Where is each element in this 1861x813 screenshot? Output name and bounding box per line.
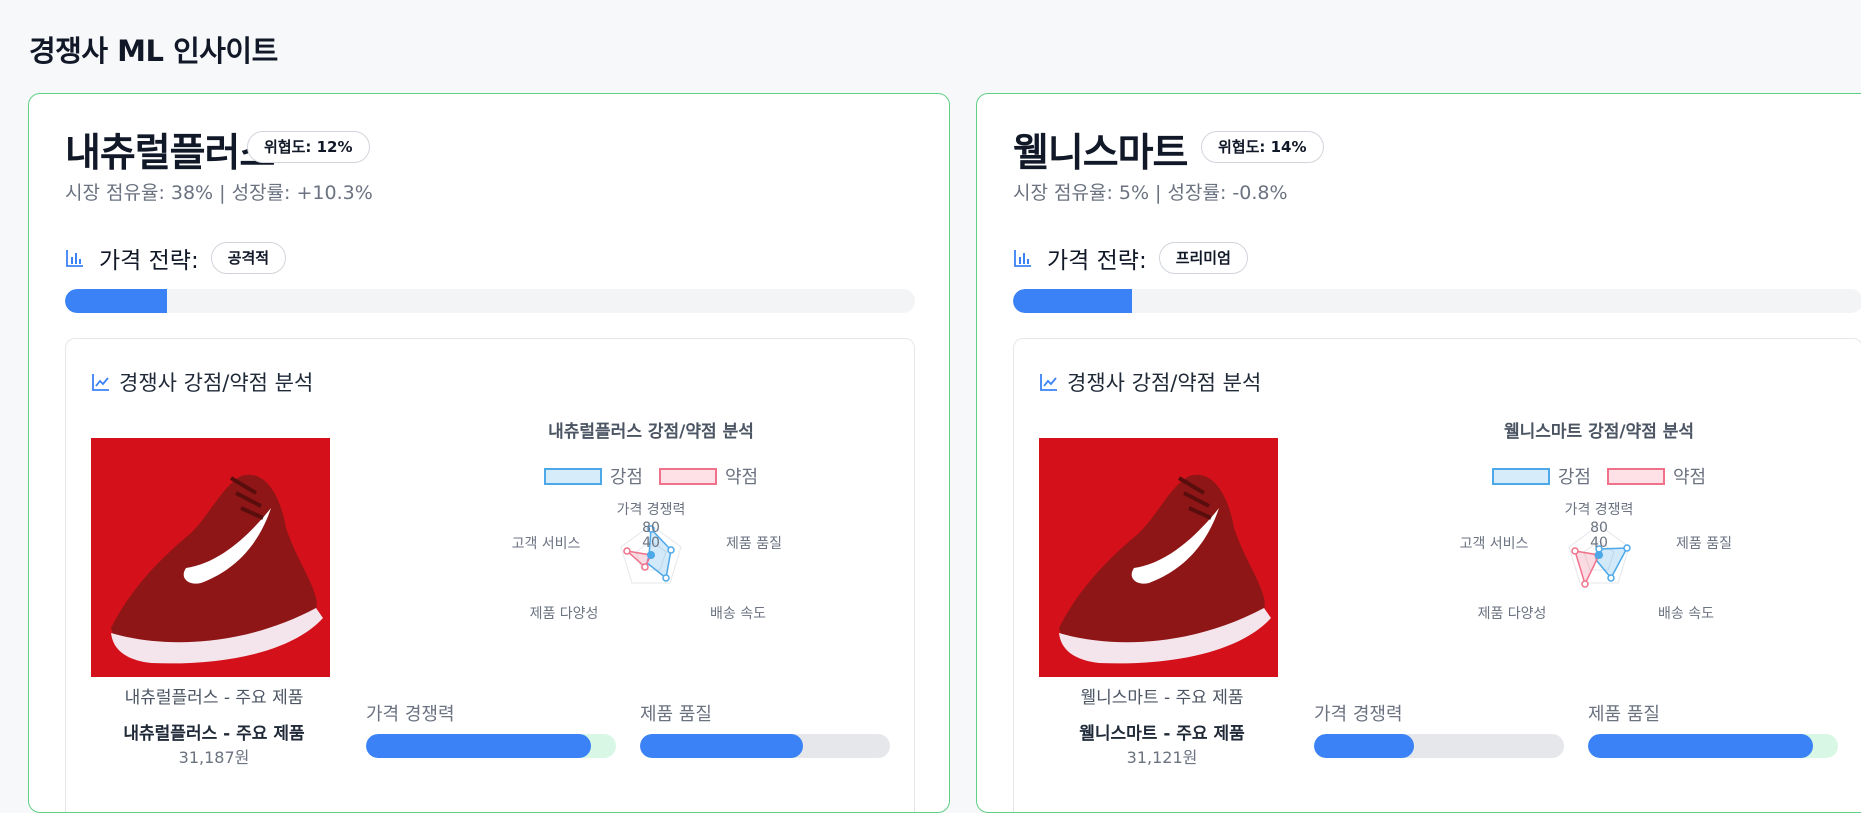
legend-weakness[interactable]: 약점: [659, 463, 758, 489]
radar-title: 내츄럴플러스 강점/약점 분석: [548, 422, 754, 442]
radar-chart: 가격 경쟁력 제품 품질 배송 속도 제품 다양성 고객 서비스 80 40: [416, 499, 886, 634]
strategy-progress-bar: [65, 289, 915, 313]
metric-bar-fill: [640, 734, 803, 758]
metric-bar-fill: [1588, 734, 1813, 758]
pricing-strategy-label: 가격 전략:: [99, 248, 199, 274]
analysis-panel-title: 경쟁사 강점/약점 분석: [1039, 367, 1261, 397]
tick-40: 40: [1590, 535, 1608, 551]
competitor-card: 웰니스마트 위협도: 14% 시장 점유율: 5% | 성장률: -0.8% 가…: [976, 93, 1861, 813]
market-stats: 시장 점유율: 5% | 성장률: -0.8%: [1013, 182, 1288, 204]
tick-80: 80: [642, 520, 660, 536]
line-chart-icon: [92, 374, 109, 391]
product-image-caption: 내츄럴플러스 - 주요 제품: [124, 688, 304, 708]
legend-strength[interactable]: 강점: [543, 463, 643, 489]
product-price: 31,121원: [1126, 748, 1198, 767]
tick-80: 80: [1590, 520, 1608, 536]
pricing-strategy-badge: 공격적: [210, 242, 287, 274]
analysis-title-text: 경쟁사 강점/약점 분석: [119, 371, 314, 395]
line-chart-icon: [1040, 374, 1057, 391]
metric-label: 가격 경쟁력: [366, 704, 455, 725]
metric-price-competitiveness: 가격 경쟁력: [1314, 700, 1564, 758]
metric-bar: [1314, 734, 1564, 758]
strategy-progress-bar: [1013, 289, 1861, 313]
competitor-name: 웰니스마트: [1013, 131, 1188, 176]
pricing-strategy-row: 가격 전략: 프리미엄: [1013, 242, 1248, 274]
analysis-panel: 경쟁사 강점/약점 분석 웰니스마트 - 주요 제품 웰니스마트 - 주요 제품…: [1013, 338, 1861, 812]
metric-bar: [1588, 734, 1838, 758]
analysis-panel: 경쟁사 강점/약점 분석 내츄럴플러스 - 주요 제품 내츄럴플러스 - 주요 …: [65, 338, 915, 812]
strategy-progress-fill: [65, 289, 167, 313]
threat-badge: 위협도: 12%: [247, 131, 370, 163]
legend-strength[interactable]: 강점: [1491, 463, 1591, 489]
metric-product-quality: 제품 품질: [640, 700, 890, 758]
threat-badge: 위협도: 14%: [1201, 131, 1324, 163]
page-title: 경쟁사 ML 인사이트: [29, 34, 278, 68]
product-image: [91, 438, 330, 677]
tick-40: 40: [642, 535, 660, 551]
bar-chart-icon: [66, 250, 83, 267]
analysis-panel-title: 경쟁사 강점/약점 분석: [91, 367, 313, 397]
market-stats: 시장 점유율: 38% | 성장률: +10.3%: [65, 182, 373, 204]
pricing-strategy-label: 가격 전략:: [1047, 248, 1147, 274]
strategy-progress-fill: [1013, 289, 1132, 313]
metric-label: 가격 경쟁력: [1314, 704, 1403, 725]
metric-bar: [640, 734, 890, 758]
radar-title: 웰니스마트 강점/약점 분석: [1503, 422, 1695, 442]
radar-legend: 강점 약점: [1364, 463, 1834, 489]
radar-chart: 가격 경쟁력 제품 품질 배송 속도 제품 다양성 고객 서비스 80 40: [1364, 499, 1834, 634]
analysis-title-text: 경쟁사 강점/약점 분석: [1067, 371, 1262, 395]
metric-label: 제품 품질: [1588, 704, 1660, 725]
product-name: 웰니스마트 - 주요 제품: [1079, 724, 1245, 744]
radar-legend: 강점 약점: [416, 463, 886, 489]
product-price: 31,187원: [178, 748, 250, 767]
product-image: [1039, 438, 1278, 677]
legend-weakness[interactable]: 약점: [1607, 463, 1706, 489]
pricing-strategy-badge: 프리미엄: [1158, 242, 1248, 274]
metric-bar: [366, 734, 616, 758]
competitor-name: 내츄럴플러스: [65, 131, 275, 176]
pricing-strategy-row: 가격 전략: 공격적: [65, 242, 287, 274]
competitor-card: 내츄럴플러스 위협도: 12% 시장 점유율: 38% | 성장률: +10.3…: [28, 93, 950, 813]
metric-bar-fill: [1314, 734, 1414, 758]
product-image-caption: 웰니스마트 - 주요 제품: [1080, 688, 1244, 708]
metric-bar-fill: [366, 734, 591, 758]
bar-chart-icon: [1014, 250, 1031, 267]
metric-price-competitiveness: 가격 경쟁력: [366, 700, 616, 758]
product-name: 내츄럴플러스 - 주요 제품: [123, 724, 305, 744]
metric-product-quality: 제품 품질: [1588, 700, 1838, 758]
metric-label: 제품 품질: [640, 704, 712, 725]
